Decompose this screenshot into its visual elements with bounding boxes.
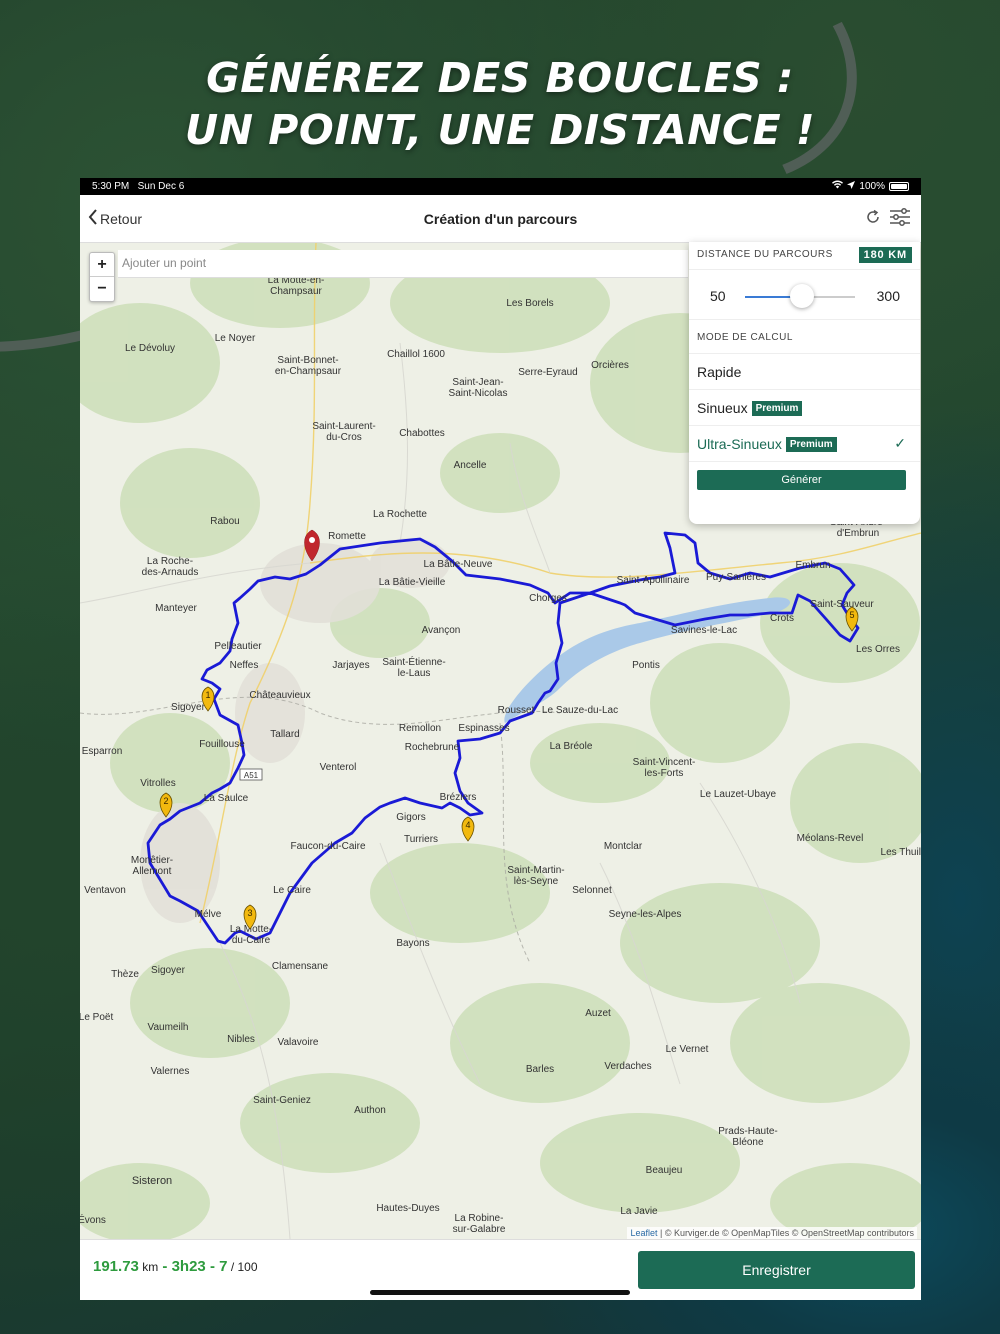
- score-total: / 100: [230, 1260, 258, 1274]
- option-sinueux[interactable]: Sinueux Premium: [689, 390, 920, 426]
- tablet-screen: 5:30 PM Sun Dec 6 100% Retour Création d…: [80, 178, 921, 1300]
- premium-badge: Premium: [785, 436, 837, 452]
- wifi-icon: [832, 180, 844, 192]
- leaflet-link[interactable]: Leaflet: [630, 1228, 657, 1238]
- status-right: 100%: [832, 180, 909, 192]
- slider-handle[interactable]: [790, 284, 815, 308]
- checkmark-icon: ✓: [894, 435, 906, 451]
- route-settings-panel: DISTANCE DU PARCOURS 180 KM 50 300 MODE …: [689, 242, 920, 524]
- distance-value-badge: 180 KM: [858, 247, 912, 263]
- add-point-input[interactable]: Ajouter un point: [118, 250, 688, 278]
- option-label: Sinueux: [697, 400, 748, 416]
- distance-unit: km: [142, 1260, 159, 1274]
- nav-actions: [865, 207, 911, 232]
- headline: GÉNÉREZ DES BOUCLES : UN POINT, UNE DIST…: [0, 52, 1000, 156]
- headline-line-1: GÉNÉREZ DES BOUCLES :: [206, 54, 794, 102]
- zoom-out-button[interactable]: −: [90, 277, 114, 301]
- duration-stat: 3h23: [171, 1258, 206, 1275]
- bottom-bar: 191.73 km - 3h23 - 7 / 100 Enregistrer: [80, 1239, 921, 1300]
- distance-label: DISTANCE DU PARCOURS: [697, 249, 833, 260]
- mode-header: MODE DE CALCUL: [689, 320, 920, 354]
- battery-icon: [889, 181, 909, 191]
- distance-slider-row: 50 300: [689, 270, 920, 320]
- page-title: Création d'un parcours: [423, 211, 578, 227]
- status-bar: 5:30 PM Sun Dec 6 100%: [80, 178, 921, 195]
- slider-min-label: 50: [710, 288, 726, 304]
- location-icon: [847, 180, 856, 192]
- option-label: Rapide: [697, 364, 742, 380]
- save-button[interactable]: Enregistrer: [638, 1251, 915, 1289]
- refresh-icon[interactable]: [865, 209, 881, 230]
- zoom-control: + −: [89, 252, 115, 302]
- generate-button[interactable]: Générer: [697, 470, 906, 490]
- headline-line-2: UN POINT, UNE DISTANCE !: [184, 106, 816, 154]
- route-stats: 191.73 km - 3h23 - 7 / 100: [93, 1258, 258, 1275]
- status-time: 5:30 PM Sun Dec 6: [92, 181, 185, 192]
- option-rapide[interactable]: Rapide: [689, 354, 920, 390]
- slider-max-label: 300: [876, 288, 900, 304]
- premium-badge: Premium: [751, 400, 803, 416]
- home-indicator: [370, 1290, 630, 1295]
- map-attribution: Leaflet | © Kurviger.de © OpenMapTiles ©…: [627, 1227, 917, 1239]
- zoom-in-button[interactable]: +: [90, 253, 114, 277]
- mode-label: MODE DE CALCUL: [697, 332, 793, 343]
- option-label: Ultra-Sinueux: [697, 436, 782, 452]
- score-stat: 7: [219, 1258, 228, 1275]
- settings-sliders-icon[interactable]: [889, 207, 911, 232]
- distance-header: DISTANCE DU PARCOURS 180 KM: [689, 242, 920, 270]
- nav-bar: Retour Création d'un parcours: [80, 195, 921, 243]
- distance-stat: 191.73: [93, 1258, 139, 1275]
- battery-percent: 100%: [859, 180, 885, 192]
- option-ultra-sinueux[interactable]: Ultra-Sinueux Premium ✓: [689, 426, 920, 462]
